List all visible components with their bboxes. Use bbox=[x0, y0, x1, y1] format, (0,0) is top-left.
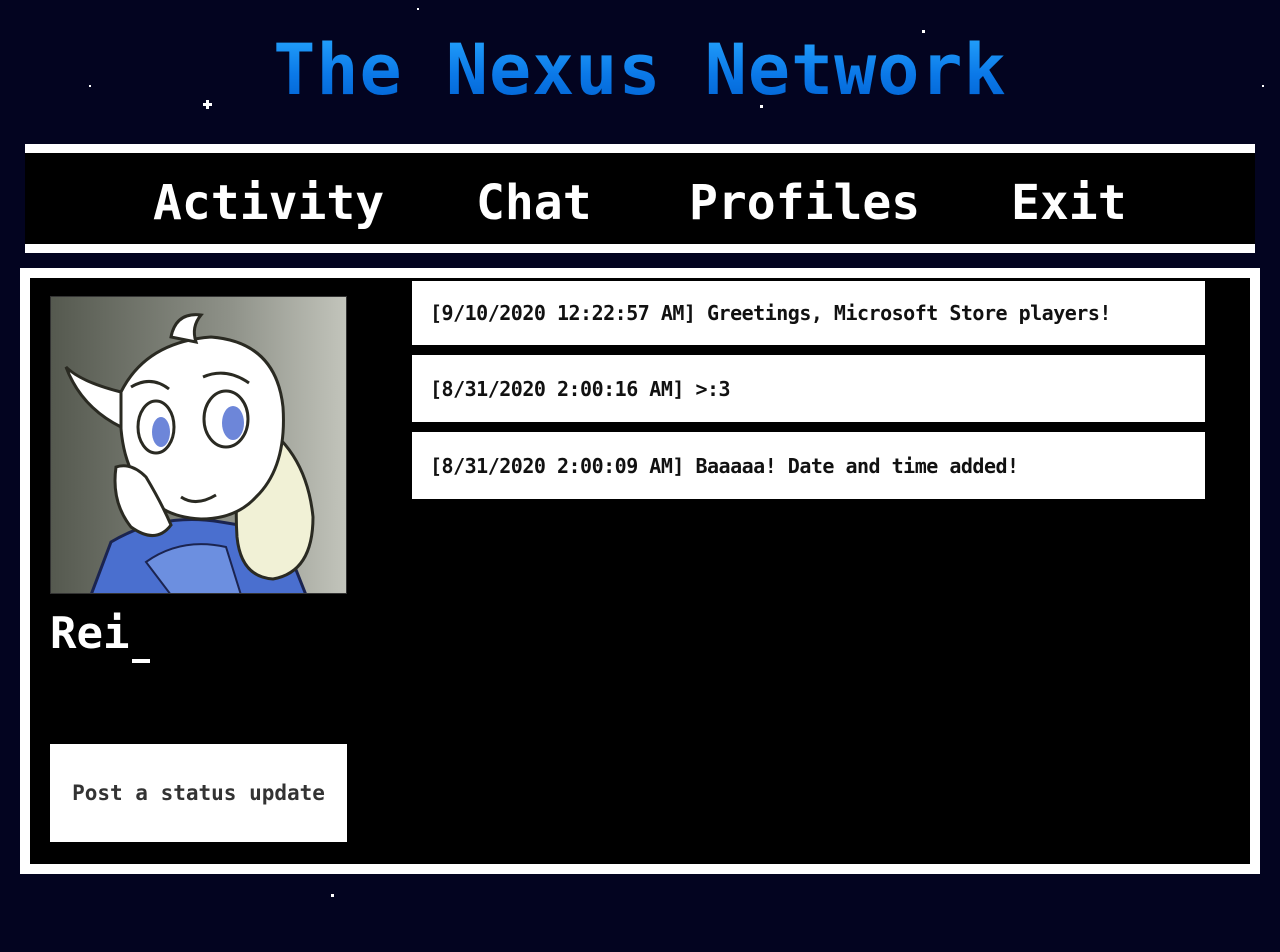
goat-character-avatar[interactable] bbox=[50, 296, 347, 594]
nav-item-profiles[interactable]: Profiles bbox=[689, 175, 920, 231]
feed-item: [9/10/2020 12:22:57 AM] Greetings, Micro… bbox=[412, 281, 1205, 345]
nav-item-exit[interactable]: Exit bbox=[1011, 175, 1127, 231]
site-title: The Nexus Network bbox=[0, 30, 1280, 110]
profile-name: Rei bbox=[50, 608, 130, 659]
main-nav: Activity Chat Profiles Exit bbox=[25, 144, 1255, 253]
star-icon bbox=[331, 894, 334, 897]
nav-item-chat[interactable]: Chat bbox=[476, 175, 592, 231]
feed-item-text: [9/10/2020 12:22:57 AM] Greetings, Micro… bbox=[430, 301, 1111, 325]
feed-item: [8/31/2020 2:00:09 AM] Baaaaa! Date and … bbox=[412, 432, 1205, 499]
post-status-update-button[interactable]: Post a status update bbox=[50, 744, 347, 842]
feed-item-text: [8/31/2020 2:00:16 AM] >:3 bbox=[430, 376, 731, 401]
feed-item: [8/31/2020 2:00:16 AM] >:3 bbox=[412, 355, 1205, 422]
star-icon bbox=[417, 8, 419, 10]
starfield-background: The Nexus Network Activity Chat Profiles… bbox=[0, 0, 1280, 952]
feed-item-text: [8/31/2020 2:00:09 AM] Baaaaa! Date and … bbox=[430, 453, 1019, 478]
text-cursor bbox=[132, 659, 150, 663]
activity-feed: [9/10/2020 12:22:57 AM] Greetings, Micro… bbox=[412, 281, 1205, 509]
nav-item-activity[interactable]: Activity bbox=[153, 175, 384, 231]
profile-panel: Rei Post a status update [9/10/2020 12:2… bbox=[20, 268, 1260, 874]
